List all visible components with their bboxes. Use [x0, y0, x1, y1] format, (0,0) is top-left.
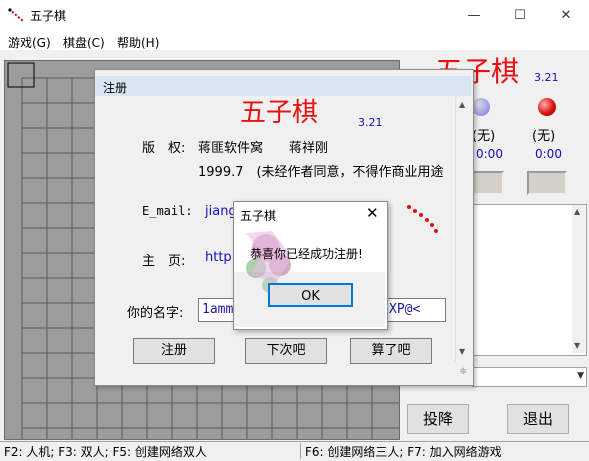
message-close-icon[interactable]: ✕ [366, 204, 379, 222]
menu-board[interactable]: 棋盘(C) [63, 34, 105, 51]
email-value[interactable]: jiang [205, 204, 237, 219]
player1-stone-icon [472, 98, 490, 116]
player2-box [527, 171, 567, 195]
version-label: 3.21 [534, 71, 559, 84]
chevron-down-icon[interactable]: ▼ [577, 371, 584, 381]
year-line: 1999.7 (未经作者同意，不得作商业用途 [198, 165, 444, 180]
message-text: 恭喜你已经成功注册! [250, 247, 363, 261]
scroll-up-icon[interactable]: ▲ [459, 100, 465, 109]
window-title: 五子棋 [30, 9, 67, 23]
board-cursor [7, 62, 35, 88]
maximize-icon[interactable]: ☐ [497, 0, 543, 30]
copyright-label: 版 权: [142, 141, 186, 156]
status-left: F2: 人机; F3: 双人; F5: 创建网络双人 [4, 445, 207, 459]
chat-log[interactable] [472, 204, 587, 356]
resize-grip-icon[interactable]: ≑ [459, 366, 467, 377]
player2-timer: 0:00 [535, 147, 562, 161]
register-scrollbar[interactable]: ▲ ▼ [455, 97, 472, 362]
player2-stone-icon [538, 98, 556, 116]
close-icon[interactable]: ✕ [543, 0, 589, 30]
exit-button[interactable]: 退出 [507, 404, 569, 434]
status-divider [300, 443, 301, 459]
menu-help[interactable]: 帮助(H) [117, 34, 159, 51]
chat-input-combo[interactable]: ▼ [472, 367, 587, 387]
register-version: 3.21 [358, 116, 383, 129]
player1-state: (无) [472, 129, 496, 144]
menu-game[interactable]: 游戏(G) [8, 34, 51, 51]
message-box-title: 五子棋 [240, 209, 277, 223]
register-dialog-title: 注册 [103, 81, 128, 95]
register-logo: 五子棋 [240, 98, 319, 128]
player2-state: (无) [532, 129, 556, 144]
surrender-button[interactable]: 投降 [407, 404, 469, 434]
register-button[interactable]: 注册 [133, 338, 215, 364]
later-button[interactable]: 下次吧 [245, 338, 327, 364]
homepage-value[interactable]: http [205, 250, 232, 265]
email-label: E_mail: [142, 204, 193, 218]
name-input-value-tail: XP@< [389, 302, 421, 317]
player1-timer: 0:00 [476, 147, 503, 161]
ok-button[interactable]: OK [268, 283, 353, 307]
scroll-down-icon[interactable]: ▼ [459, 347, 465, 356]
player1-box [470, 171, 504, 195]
status-right: F6: 创建网络三人; F7: 加入网络游戏 [305, 445, 502, 459]
red-dots-decoration [407, 205, 438, 233]
chat-scrollbar[interactable]: ▲ ▼ [572, 205, 585, 353]
copyright-value: 蒋匪软件窝 蒋祥刚 [198, 141, 329, 156]
minimize-icon[interactable]: — [451, 0, 497, 30]
name-label: 你的名字: [127, 306, 184, 321]
cancel-button[interactable]: 算了吧 [350, 338, 432, 364]
homepage-label: 主 页: [142, 254, 186, 269]
app-icon [8, 8, 24, 22]
